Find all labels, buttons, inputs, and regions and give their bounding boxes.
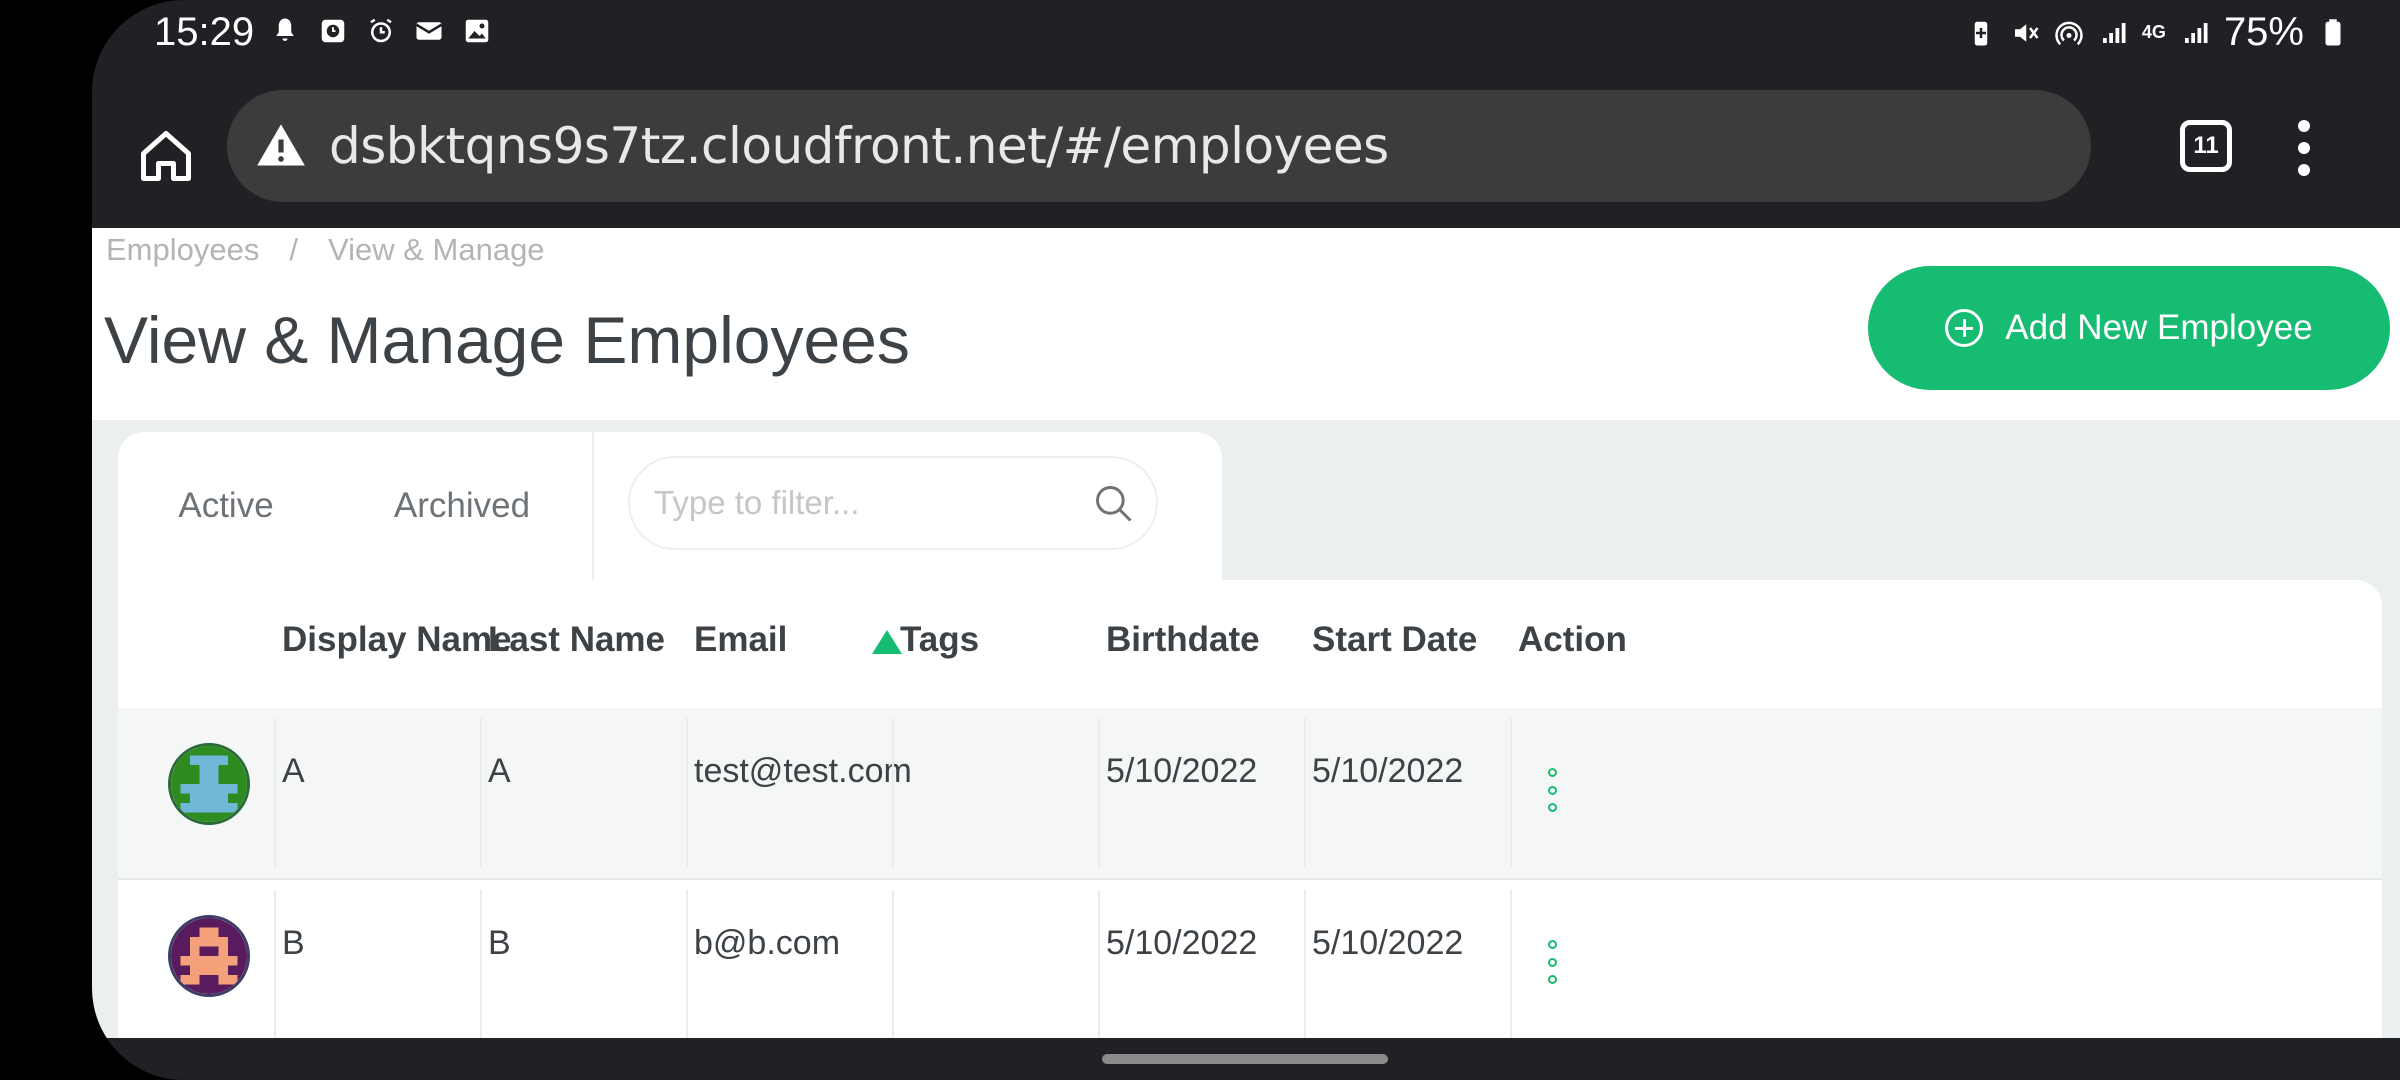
row-action-menu-button[interactable] <box>1545 940 1559 984</box>
network-type-label: 4G <box>2141 22 2166 42</box>
battery-icon <box>2325 18 2341 45</box>
image-icon <box>465 19 489 43</box>
bell-icon <box>276 18 294 41</box>
notification-icons <box>270 16 492 46</box>
column-tags[interactable]: Tags <box>900 620 979 660</box>
table-header: Display Name Last Name Email Tags Birthd… <box>118 580 2382 706</box>
cell-birthdate: 5/10/2022 <box>1106 752 1258 790</box>
mute-icon <box>2014 23 2039 42</box>
column-display-name[interactable]: Display Name <box>282 620 512 660</box>
cell-last-name: B <box>488 924 511 962</box>
action-dot <box>1547 803 1557 812</box>
cell-divider <box>892 718 894 868</box>
add-button-label: Add New Employee <box>2005 308 2313 347</box>
system-navigation-bar <box>92 1038 2400 1080</box>
cell-divider <box>274 890 276 1038</box>
cell-divider <box>1098 890 1100 1038</box>
action-dot <box>1547 768 1557 777</box>
search-icon[interactable] <box>1092 482 1136 526</box>
cell-start-date: 5/10/2022 <box>1312 752 1464 790</box>
clock-app-icon <box>321 19 345 43</box>
address-bar[interactable]: dsbktqns9s7tz.cloudfront.net/#/employees <box>227 90 2091 202</box>
mail-icon <box>415 22 443 40</box>
cell-last-name: A <box>488 752 511 790</box>
cell-email: b@b.com <box>694 924 841 962</box>
browser-toolbar: dsbktqns9s7tz.cloudfront.net/#/employees… <box>92 72 2400 224</box>
action-dot <box>1547 975 1557 984</box>
add-new-employee-button[interactable]: Add New Employee <box>1868 266 2390 390</box>
cell-divider <box>480 890 482 1038</box>
cell-divider <box>1510 890 1512 1038</box>
device-screen: 15:29 4G 75% dsbktqns9s7tz.cloudfront.ne… <box>92 0 2400 1080</box>
tab-switcher-button[interactable]: 11 <box>2180 120 2232 172</box>
page-header: Employees / View & Manage View & Manage … <box>92 228 2400 420</box>
menu-dot <box>2298 164 2310 176</box>
cell-divider <box>274 718 276 868</box>
home-icon <box>141 131 191 181</box>
status-time: 15:29 <box>154 10 255 54</box>
menu-dot <box>2298 142 2310 154</box>
breadcrumb-employees[interactable]: Employees <box>106 232 259 268</box>
page-title: View & Manage Employees <box>104 303 910 377</box>
plus-circle-icon <box>1945 309 1984 347</box>
cell-divider <box>1304 890 1306 1038</box>
cell-divider <box>1098 718 1100 868</box>
hotspot-icon <box>2055 21 2083 45</box>
status-bar: 15:29 4G 75% <box>92 0 2400 72</box>
cell-divider <box>1510 718 1512 868</box>
tab-archived[interactable]: Archived <box>334 432 590 580</box>
signal-icon <box>2102 22 2126 43</box>
filter-input[interactable] <box>652 483 1056 523</box>
avatar <box>168 915 250 997</box>
status-right: 4G 75% <box>1966 10 2348 55</box>
action-dot <box>1547 785 1557 795</box>
breadcrumb-separator: / <box>289 232 298 267</box>
alarm-icon <box>370 18 392 43</box>
web-content: Employees / View & Manage View & Manage … <box>92 228 2400 1038</box>
filter-box <box>628 456 1158 550</box>
cell-divider <box>480 718 482 868</box>
url-text: dsbktqns9s7tz.cloudfront.net/#/employees <box>329 117 1389 175</box>
column-action: Action <box>1518 620 1627 659</box>
cell-divider <box>686 718 688 868</box>
avatar <box>168 743 250 825</box>
tabs-filter-card: Active Archived <box>118 432 1222 583</box>
column-birthdate[interactable]: Birthdate <box>1106 620 1260 660</box>
battery-percentage: 75% <box>2223 10 2304 54</box>
breadcrumb: Employees / View & Manage <box>106 232 545 268</box>
cell-display-name: A <box>282 752 305 790</box>
column-email[interactable]: Email <box>694 620 787 660</box>
warning-icon <box>257 124 305 166</box>
cell-divider <box>892 890 894 1038</box>
cell-birthdate: 5/10/2022 <box>1106 924 1258 962</box>
tab-divider <box>592 432 594 582</box>
sort-ascending-icon[interactable] <box>870 628 904 656</box>
cell-email: test@test.com <box>694 752 912 790</box>
browser-menu-button[interactable] <box>2292 120 2316 176</box>
menu-dot <box>2298 120 2310 132</box>
row-action-menu-button[interactable] <box>1545 768 1559 812</box>
table-row[interactable]: A A test@test.com 5/10/2022 5/10/2022 <box>118 708 2382 878</box>
gesture-handle[interactable] <box>1102 1054 1388 1064</box>
cell-display-name: B <box>282 924 305 962</box>
column-start-date[interactable]: Start Date <box>1312 620 1477 660</box>
action-dot <box>1547 940 1557 949</box>
cell-start-date: 5/10/2022 <box>1312 924 1464 962</box>
cell-divider <box>686 890 688 1038</box>
signal-icon-2 <box>2184 22 2208 43</box>
action-dot <box>1547 957 1557 967</box>
battery-saver-icon <box>1974 21 1988 45</box>
column-last-name[interactable]: Last Name <box>488 620 665 660</box>
table-row[interactable]: B B b@b.com 5/10/2022 5/10/2022 <box>118 878 2382 1038</box>
employees-table: Display Name Last Name Email Tags Birthd… <box>118 580 2382 1038</box>
cell-divider <box>1304 718 1306 868</box>
home-button[interactable] <box>126 116 206 196</box>
tab-active[interactable]: Active <box>118 432 334 583</box>
breadcrumb-view-manage: View & Manage <box>327 232 545 267</box>
